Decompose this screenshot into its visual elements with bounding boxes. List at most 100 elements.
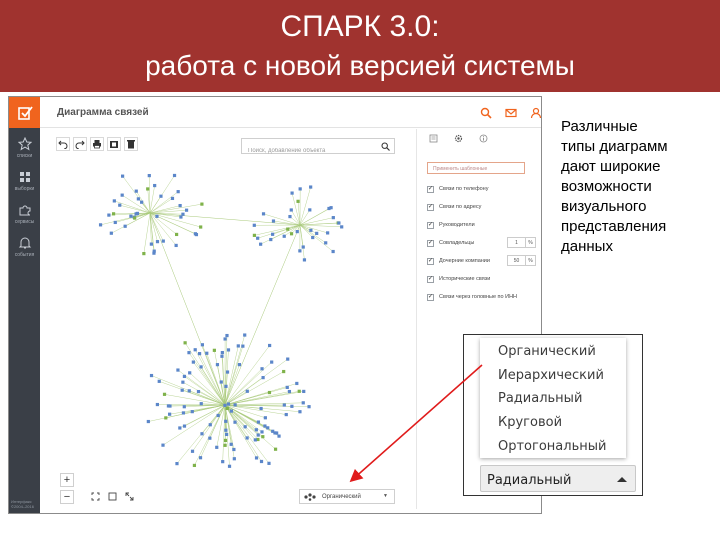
diagram-node[interactable] [256, 420, 261, 424]
diagram-node[interactable] [232, 447, 236, 452]
diagram-node[interactable] [226, 402, 231, 406]
diagram-node[interactable] [273, 447, 278, 451]
diagram-node[interactable] [192, 463, 197, 468]
diagram-node[interactable] [326, 231, 330, 235]
diagram-node[interactable] [166, 404, 171, 408]
diagram-node[interactable] [98, 223, 103, 227]
layout-dropdown[interactable]: Радиальный [480, 465, 636, 492]
diagram-node[interactable] [200, 202, 204, 206]
diagram-node[interactable] [205, 351, 209, 355]
zoom-out-button[interactable]: − [60, 490, 74, 504]
diagram-node[interactable] [290, 191, 294, 195]
diagram-node[interactable] [175, 462, 179, 466]
diagram-node[interactable] [223, 438, 228, 443]
diagram-node[interactable] [129, 214, 133, 218]
diagram-node[interactable] [253, 438, 257, 442]
diagram-node[interactable] [267, 390, 272, 395]
diagram-node[interactable] [170, 196, 175, 201]
diagram-node[interactable] [308, 208, 312, 212]
checkbox[interactable]: ✓ [427, 293, 434, 301]
diagram-node[interactable] [153, 183, 157, 188]
diagram-node[interactable] [282, 369, 286, 374]
layout-option-organic[interactable]: Органический [498, 344, 596, 359]
diagram-node[interactable] [295, 230, 299, 234]
search-icon[interactable] [480, 107, 492, 119]
diagram-node[interactable] [133, 216, 137, 220]
diagram-node[interactable] [340, 225, 344, 229]
settings-icon[interactable] [454, 134, 463, 143]
layout-option-hierarchical[interactable]: Иерархический [498, 368, 604, 383]
diagram-node[interactable] [225, 432, 229, 437]
diagram-node[interactable] [220, 354, 224, 358]
diagram-node[interactable] [181, 212, 185, 216]
diagram-node[interactable] [245, 389, 249, 393]
diagram-node[interactable] [199, 402, 203, 406]
diagram-node[interactable] [146, 187, 150, 191]
diagram-node[interactable] [227, 464, 232, 468]
diagram-node[interactable] [109, 231, 113, 235]
diagram-node[interactable] [183, 341, 187, 345]
diagram-node[interactable] [225, 333, 229, 338]
diagram-node[interactable] [295, 381, 299, 386]
diagram-node[interactable] [302, 389, 306, 394]
diagram-node[interactable] [164, 416, 168, 420]
diagram-node[interactable] [298, 249, 302, 253]
diagram-node[interactable] [196, 389, 201, 394]
option-address-links[interactable]: ✓ Связи по адресу [427, 201, 481, 213]
diagram-node[interactable] [298, 187, 302, 191]
diagram-node[interactable] [223, 337, 227, 341]
diagram-node[interactable] [268, 343, 272, 348]
diagram-node[interactable] [284, 412, 288, 417]
option-co-owners[interactable]: ✓ Совладельцы [427, 237, 474, 249]
diagram-node[interactable] [243, 333, 247, 337]
diagram-node[interactable] [157, 379, 161, 383]
diagram-node[interactable] [134, 212, 138, 216]
checkbox[interactable]: ✓ [427, 185, 434, 193]
diagram-node[interactable] [212, 348, 216, 352]
diagram-node[interactable] [229, 409, 234, 413]
diagram-node[interactable] [118, 203, 122, 207]
app-logo[interactable] [9, 97, 40, 128]
option-inn-links[interactable]: ✓ Связи через головные по ИНН [427, 291, 517, 303]
diagram-node[interactable] [223, 443, 227, 447]
diagram-node[interactable] [259, 406, 263, 411]
diagram-node[interactable] [233, 403, 237, 407]
diagram-node[interactable] [161, 443, 165, 447]
print-button[interactable] [90, 137, 104, 151]
diagram-node[interactable] [256, 236, 260, 240]
diagram-node[interactable] [259, 242, 263, 246]
diagram-node[interactable] [290, 404, 294, 408]
diagram-node[interactable] [298, 410, 302, 414]
fullscreen-button[interactable] [123, 490, 136, 503]
user-icon[interactable] [530, 107, 542, 119]
diagram-node[interactable] [199, 365, 203, 369]
diagram-node[interactable] [181, 411, 186, 415]
info-icon[interactable] [479, 134, 488, 143]
diagram-node[interactable] [233, 420, 237, 424]
diagram-node[interactable] [176, 368, 180, 372]
diagram-node[interactable] [271, 232, 275, 236]
diagram-node[interactable] [219, 380, 223, 384]
diagram-node[interactable] [190, 449, 195, 453]
diagram-node[interactable] [237, 363, 242, 367]
checkbox[interactable]: ✓ [427, 203, 434, 211]
diagram-node[interactable] [261, 376, 265, 380]
diagram-node[interactable] [146, 419, 150, 424]
diagram-node[interactable] [297, 389, 301, 393]
diagram-node[interactable] [266, 426, 270, 430]
diagram-node[interactable] [111, 212, 116, 216]
diagram-node[interactable] [194, 232, 199, 237]
diagram-node[interactable] [331, 249, 335, 254]
option-historical-links[interactable]: ✓ Исторические связи [427, 273, 490, 285]
diagram-node[interactable] [181, 380, 185, 384]
layout-option-orthogonal[interactable]: Ортогональный [498, 439, 606, 454]
diagram-node[interactable] [232, 457, 236, 461]
checkbox[interactable]: ✓ [427, 257, 434, 265]
diagram-node[interactable] [315, 231, 319, 235]
diagram-node[interactable] [215, 445, 219, 449]
diagram-node[interactable] [152, 251, 156, 255]
diagram-node[interactable] [221, 460, 225, 464]
diagram-node[interactable] [155, 402, 159, 407]
diagram-node[interactable] [259, 459, 264, 464]
select-area-button[interactable] [106, 490, 119, 503]
